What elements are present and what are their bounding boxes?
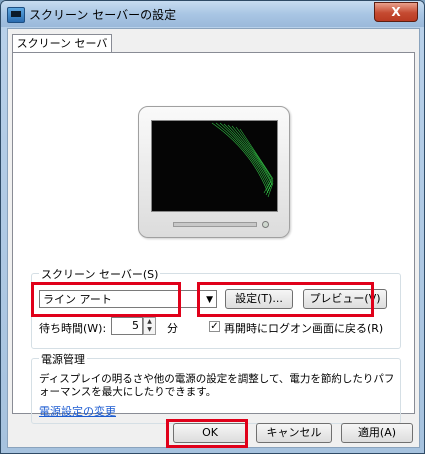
tab-screensaver[interactable]: スクリーン セーバー: [12, 34, 112, 68]
wait-time-spinner[interactable]: ▲ ▼: [143, 317, 156, 335]
wait-time-input[interactable]: 5: [111, 317, 143, 335]
spin-down-icon[interactable]: ▼: [144, 326, 155, 334]
power-group-label: 電源管理: [39, 351, 87, 367]
spin-up-icon[interactable]: ▲: [144, 318, 155, 326]
close-button[interactable]: X: [374, 2, 418, 22]
screensaver-group-label: スクリーン セーバー(S): [39, 266, 161, 282]
monitor-slot: [173, 222, 257, 227]
display-icon: [7, 7, 25, 23]
dialog-client-area: スクリーン セーバー: [7, 28, 420, 448]
title-bar[interactable]: スクリーン セーバーの設定 X: [1, 1, 424, 27]
cancel-button[interactable]: キャンセル: [256, 423, 332, 443]
power-led-icon: [262, 221, 269, 228]
line-art-preview: [211, 122, 274, 198]
window-title: スクリーン セーバーの設定: [29, 8, 177, 22]
wait-label: 待ち時間(W):: [39, 322, 107, 335]
preview-screen: [151, 120, 278, 212]
tab-panel: スクリーン セーバー(S) ライン アート ▼ 設定(T)... プレビュー(V…: [12, 52, 415, 424]
monitor-preview: [138, 106, 290, 238]
highlight-resume-checkbox: [197, 282, 374, 317]
resume-logon-label: 再開時にログオン画面に戻る(R): [224, 322, 384, 335]
wait-unit: 分: [167, 322, 178, 335]
apply-button[interactable]: 適用(A): [341, 423, 413, 443]
highlight-ok-button: [166, 419, 248, 448]
power-settings-link[interactable]: 電源設定の変更: [39, 403, 116, 419]
highlight-wait-time: [31, 282, 181, 317]
resume-logon-checkbox[interactable]: ✓: [209, 321, 220, 332]
power-description-line2: ォーマンスを最大にしたりできます。: [39, 386, 217, 398]
screensaver-settings-window: スクリーン セーバーの設定 X スクリーン セーバー: [0, 0, 425, 454]
